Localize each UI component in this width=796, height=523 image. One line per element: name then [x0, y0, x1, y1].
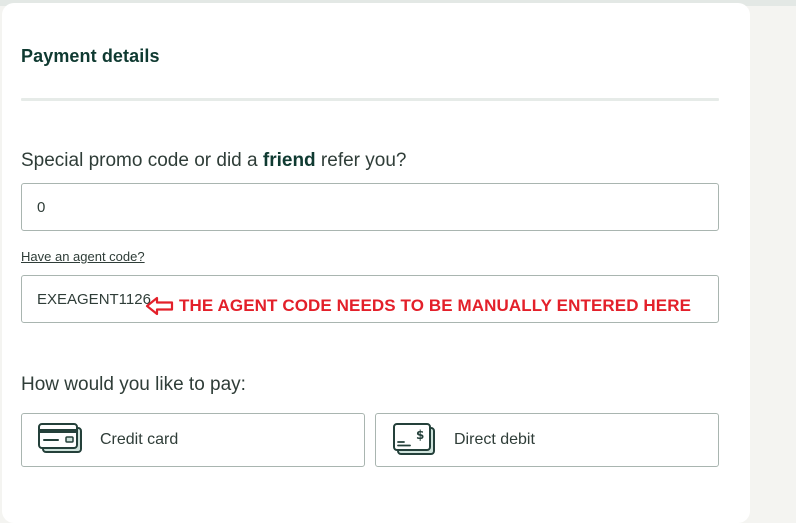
promo-question: Special promo code or did a friend refer… — [21, 150, 406, 172]
section-title: Payment details — [21, 46, 160, 66]
payment-question: How would you like to pay: — [21, 374, 246, 395]
credit-card-label: Credit card — [100, 431, 179, 448]
promo-question-suffix: refer you? — [315, 150, 407, 171]
section-divider — [21, 98, 719, 101]
svg-text:$: $ — [416, 428, 424, 442]
promo-question-bold: friend — [262, 150, 316, 171]
agent-code-link[interactable]: Have an agent code? — [21, 249, 145, 264]
payment-details-card: Payment details Special promo code or di… — [2, 3, 750, 523]
credit-card-option[interactable]: Credit card — [21, 413, 365, 467]
agent-code-annotation: THE AGENT CODE NEEDS TO BE MANUALLY ENTE… — [145, 296, 691, 316]
promo-question-prefix: Special promo code or did a — [21, 150, 263, 171]
promo-code-input[interactable]: 0 — [21, 183, 719, 231]
promo-code-value: 0 — [37, 198, 46, 216]
annotation-text: THE AGENT CODE NEEDS TO BE MANUALLY ENTE… — [179, 296, 692, 315]
direct-debit-option[interactable]: $ Direct debit — [375, 413, 719, 467]
credit-card-icon — [38, 423, 82, 453]
direct-debit-icon: $ — [393, 423, 435, 455]
left-arrow-icon — [145, 296, 174, 316]
direct-debit-label: Direct debit — [454, 431, 535, 448]
agent-code-value: EXEAGENT1126 — [37, 290, 151, 308]
